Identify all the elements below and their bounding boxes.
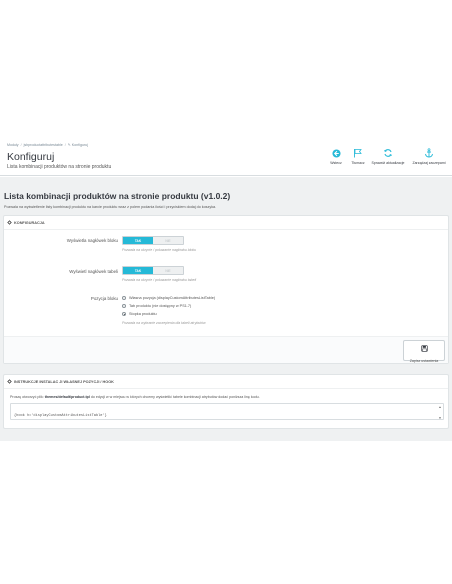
save-settings-button[interactable]: Zapisz ustawienia bbox=[403, 339, 445, 363]
config-panel: Konfiguracja Wyświetla nagłówek bloku TA… bbox=[3, 215, 449, 364]
breadcrumb-item-modules[interactable]: Moduły bbox=[7, 143, 19, 147]
config-panel-footer: Zapisz ustawienia bbox=[4, 336, 448, 363]
scrollbar[interactable]: ▲ ▼ bbox=[438, 405, 442, 420]
main-content: Lista kombinacji produktów na stronie pr… bbox=[0, 177, 452, 441]
instructions-text: Proszę otworzyć plik: themes/default/pro… bbox=[10, 395, 260, 399]
save-icon bbox=[420, 339, 428, 357]
page-title: Konfiguruj bbox=[7, 151, 55, 163]
radio-button[interactable] bbox=[122, 296, 126, 300]
manage-hooks-button[interactable]: Zarządzaj zaczepami bbox=[408, 148, 450, 165]
back-label: Wstecz bbox=[330, 161, 342, 165]
app: Moduły / jsbproductattributestable / ✎ Konfi… bbox=[0, 0, 452, 584]
module-description: Pozwala na wyświetlenie listy kombinacji… bbox=[4, 205, 217, 209]
breadcrumb: Moduły / jsbproductattributestable / ✎ Konfi… bbox=[7, 143, 88, 147]
translate-button[interactable]: Tłumacz bbox=[348, 148, 368, 165]
breadcrumb-item-configure: Konfiguruj bbox=[71, 143, 88, 147]
instructions-panel: Instrukcje instalac ji własnej pozycji /… bbox=[3, 374, 449, 429]
field2-label: Wyświetl nagłówek tabeli bbox=[69, 269, 118, 274]
position-option-footer[interactable]: Stopka produktu bbox=[122, 312, 157, 316]
hook-code-textarea[interactable]: {hook h='displayCustomAttributesListTabl… bbox=[10, 403, 444, 420]
radio-button-checked[interactable] bbox=[122, 312, 126, 316]
position-option-custom[interactable]: Własna pozycja (displayCustomAttributesL… bbox=[122, 296, 215, 300]
position-option-tab[interactable]: Tab produktu (nie dostępny w PS1.7) bbox=[122, 304, 191, 308]
toolbar: Wstecz Tłumacz Sprawdź aktualizacje Zarz… bbox=[324, 148, 450, 165]
save-label: Zapisz ustawienia bbox=[409, 358, 439, 363]
cogs-icon bbox=[7, 379, 12, 385]
instructions-text-before: Proszę otworzyć plik: bbox=[10, 395, 45, 399]
config-heading-text: Konfiguracja bbox=[14, 221, 45, 225]
divider bbox=[4, 388, 448, 389]
switch-yes[interactable]: TAK bbox=[123, 267, 153, 274]
back-button[interactable]: Wstecz bbox=[326, 148, 346, 165]
radio-label: Tab produktu (nie dostępny w PS1.7) bbox=[129, 304, 192, 308]
manage-hooks-label: Zarządzaj zaczepami bbox=[412, 161, 446, 165]
instructions-text-after: do edycji w w miejscu w których chcemy w… bbox=[89, 395, 260, 399]
translate-label: Tłumacz bbox=[351, 161, 365, 165]
refresh-icon bbox=[383, 148, 393, 158]
divider bbox=[4, 229, 448, 230]
config-panel-heading: Konfiguracja bbox=[7, 220, 45, 226]
page-header: Moduły / jsbproductattributestable / ✎ Konfi… bbox=[0, 140, 452, 176]
arrow-left-circle-icon bbox=[331, 148, 341, 158]
flag-icon bbox=[353, 148, 363, 158]
switch-no[interactable]: NIE bbox=[153, 267, 183, 274]
switch-yes[interactable]: TAK bbox=[123, 237, 153, 244]
field1-label: Wyświetla nagłówek bloku bbox=[66, 238, 118, 243]
field3-help: Pozwala na wybranie zaczepienia dla tabe… bbox=[122, 321, 206, 325]
check-updates-label: Sprawdź aktualizacje bbox=[371, 161, 405, 165]
instructions-panel-heading: Instrukcje instalac ji własnej pozycji /… bbox=[7, 379, 114, 385]
check-updates-button[interactable]: Sprawdź aktualizacje bbox=[370, 148, 406, 165]
breadcrumb-item-module[interactable]: jsbproductattributestable bbox=[24, 143, 63, 147]
scroll-up-icon[interactable]: ▲ bbox=[439, 405, 442, 409]
field2-help: Pozwala na ukrycie / pokazanie nagłówku … bbox=[122, 278, 197, 282]
scroll-down-icon[interactable]: ▼ bbox=[439, 416, 442, 420]
radio-button[interactable] bbox=[122, 304, 126, 308]
show-block-header-switch[interactable]: TAK NIE bbox=[122, 236, 184, 245]
switch-no[interactable]: NIE bbox=[153, 237, 183, 244]
field3-label: Pozycja bloku bbox=[90, 296, 118, 301]
field1-help: Pozwala na ukrycie / pokazanie nagłówku … bbox=[122, 248, 197, 252]
instructions-heading-text: Instrukcje instalac ji własnej pozycji /… bbox=[14, 380, 114, 384]
cogs-icon bbox=[7, 220, 12, 226]
anchor-icon bbox=[424, 148, 434, 158]
show-table-header-switch[interactable]: TAK NIE bbox=[122, 266, 184, 275]
hook-code: {hook h='displayCustomAttributesListTabl… bbox=[14, 414, 107, 418]
instructions-file: themes/default/product.tpl bbox=[44, 395, 90, 399]
module-title: Lista kombinacji produktów na stronie pr… bbox=[4, 191, 231, 201]
page-subtitle: Lista kombinacji produktów na stronie pr… bbox=[7, 164, 112, 170]
radio-label: Własna pozycja (displayCustomAttributesL… bbox=[129, 296, 216, 300]
radio-label: Stopka produktu bbox=[129, 312, 157, 316]
